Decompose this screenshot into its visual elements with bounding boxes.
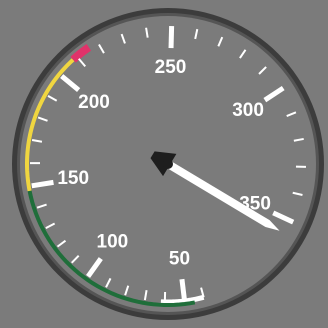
major-tick bbox=[168, 25, 175, 49]
scale-label: 100 bbox=[97, 231, 129, 252]
major-tick bbox=[179, 278, 188, 302]
scale-label: 150 bbox=[57, 168, 89, 189]
needle-hub bbox=[163, 159, 173, 169]
scale-label: 300 bbox=[232, 100, 264, 121]
airspeed-indicator: 50 100 150 200 250 300 350 bbox=[0, 0, 328, 328]
gauge-dial: 50100150200250300350 bbox=[12, 8, 324, 320]
scale-label: 200 bbox=[78, 92, 110, 113]
scale-label: 50 bbox=[169, 248, 190, 269]
major-tick bbox=[31, 179, 54, 189]
scale-label: 250 bbox=[155, 57, 187, 78]
